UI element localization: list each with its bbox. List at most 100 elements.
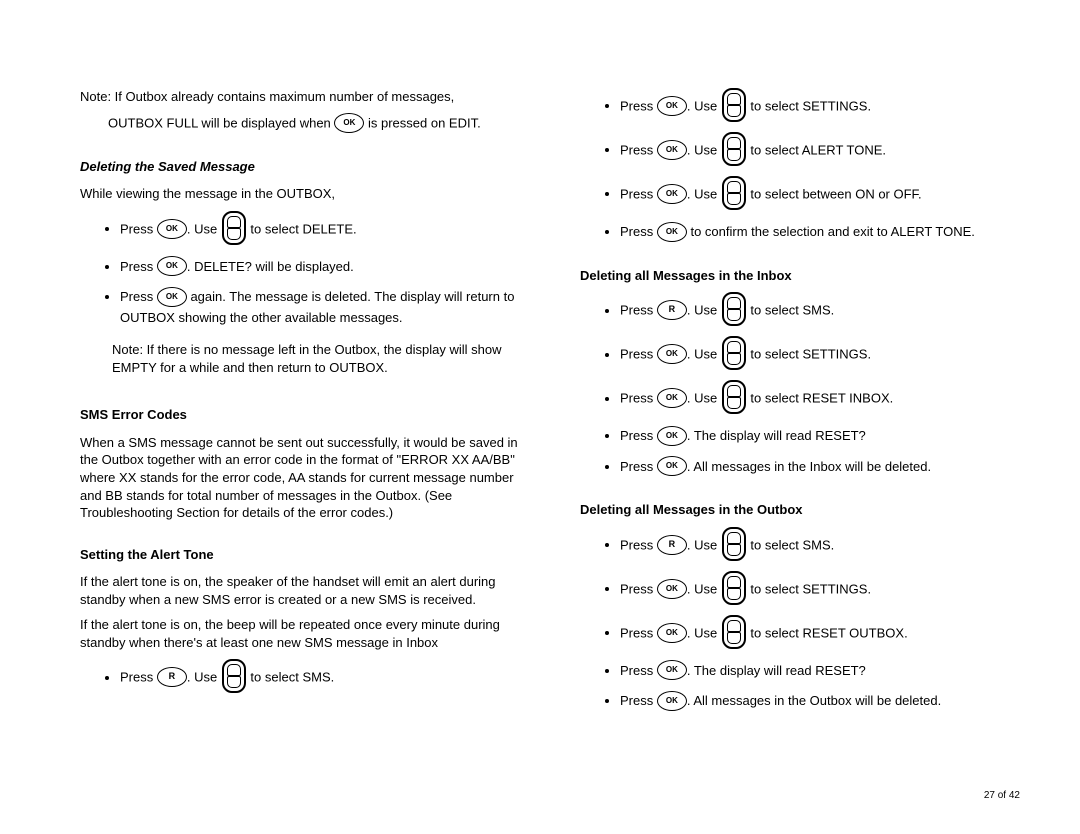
- ok-button-icon: OK: [657, 456, 687, 476]
- text: Press: [620, 347, 657, 362]
- ok-button-icon: OK: [657, 426, 687, 446]
- text: Press: [620, 98, 657, 113]
- heading-sms-error: SMS Error Codes: [80, 406, 530, 424]
- text: . Use: [687, 537, 721, 552]
- text: . The display will read RESET?: [687, 428, 866, 443]
- list-item: Press OK to confirm the selection and ex…: [620, 222, 1030, 243]
- text: Press: [120, 670, 157, 685]
- text: is pressed on EDIT.: [364, 115, 480, 130]
- text: Press: [620, 693, 657, 708]
- text: . The display will read RESET?: [687, 663, 866, 678]
- list-item: Press OK. Use to select ALERT TONE.: [620, 134, 1030, 168]
- text: . Use: [687, 347, 721, 362]
- text: . Use: [687, 391, 721, 406]
- text: Press: [120, 259, 157, 274]
- nav-button-icon: [722, 571, 746, 605]
- list-item: Press OK. All messages in the Inbox will…: [620, 457, 1030, 478]
- ok-button-icon: OK: [657, 691, 687, 711]
- list: Press OK. Use to select DELETE. Press OK…: [80, 213, 530, 328]
- left-column: Note: If Outbox already contains maximum…: [80, 80, 530, 722]
- page-content: Note: If Outbox already contains maximum…: [0, 0, 1080, 752]
- text: Press: [620, 581, 657, 596]
- list: Press R. Use to select SMS. Press OK. Us…: [580, 294, 1030, 477]
- text: to confirm the selection and exit to ALE…: [687, 224, 975, 239]
- list-item: Press OK. All messages in the Outbox wil…: [620, 691, 1030, 712]
- list-item: Press OK. Use to select RESET INBOX.: [620, 382, 1030, 416]
- list-item: Press R. Use to select SMS.: [620, 294, 1030, 328]
- list-item: Press OK. Use to select SETTINGS.: [620, 90, 1030, 124]
- nav-button-icon: [722, 292, 746, 326]
- list-item: Press OK again. The message is deleted. …: [120, 287, 530, 327]
- text: OUTBOX FULL will be displayed when: [108, 115, 334, 130]
- list: Press OK. Use to select SETTINGS. Press …: [580, 90, 1030, 243]
- list-item: Press OK. Use to select DELETE.: [120, 213, 530, 247]
- list-item: Press OK. DELETE? will be displayed.: [120, 257, 530, 278]
- ok-button-icon: OK: [334, 113, 364, 133]
- nav-button-icon: [722, 380, 746, 414]
- ok-button-icon: OK: [157, 256, 187, 276]
- text: Note: If Outbox already contains maximum…: [80, 89, 454, 104]
- list-item: Press OK. Use to select RESET OUTBOX.: [620, 617, 1030, 651]
- text: to select SMS.: [747, 303, 834, 318]
- ok-button-icon: OK: [657, 222, 687, 242]
- text: to select RESET INBOX.: [747, 391, 893, 406]
- nav-button-icon: [222, 659, 246, 693]
- nav-button-icon: [722, 615, 746, 649]
- ok-button-icon: OK: [657, 623, 687, 643]
- right-column: Press OK. Use to select SETTINGS. Press …: [580, 80, 1030, 722]
- list-item: Press R. Use to select SMS.: [620, 529, 1030, 563]
- nav-button-icon: [722, 527, 746, 561]
- text: . DELETE? will be displayed.: [187, 259, 354, 274]
- note-outbox-full-2: OUTBOX FULL will be displayed when OK is…: [80, 114, 530, 134]
- text: to select SETTINGS.: [747, 581, 871, 596]
- text: Press: [120, 221, 157, 236]
- heading-deleting-saved: Deleting the Saved Message: [80, 158, 530, 176]
- text: to select RESET OUTBOX.: [747, 625, 908, 640]
- text: Note: If there is no message left in the…: [84, 342, 501, 375]
- r-button-icon: R: [657, 300, 687, 320]
- r-button-icon: R: [657, 535, 687, 555]
- text: . Use: [687, 581, 721, 596]
- text: While viewing the message in the OUTBOX,: [80, 185, 530, 203]
- text: Press: [620, 391, 657, 406]
- text: to select SMS.: [747, 537, 834, 552]
- text: to select DELETE.: [247, 221, 357, 236]
- ok-button-icon: OK: [657, 184, 687, 204]
- list-item: Press OK. Use to select SETTINGS.: [620, 573, 1030, 607]
- list-item: Press R. Use to select SMS.: [120, 661, 530, 695]
- nav-button-icon: [722, 336, 746, 370]
- text: to select SETTINGS.: [747, 98, 871, 113]
- text: to select ALERT TONE.: [747, 142, 886, 157]
- page-number: 27 of 42: [984, 790, 1020, 801]
- text: If the alert tone is on, the beep will b…: [80, 616, 530, 651]
- ok-button-icon: OK: [657, 344, 687, 364]
- text: Press: [620, 142, 657, 157]
- note-outbox-full: Note: If Outbox already contains maximum…: [80, 88, 530, 106]
- text: to select SMS.: [247, 670, 334, 685]
- text: . All messages in the Outbox will be del…: [687, 693, 941, 708]
- heading-delete-outbox: Deleting all Messages in the Outbox: [580, 501, 1030, 519]
- list-item: Press OK. Use to select between ON or OF…: [620, 178, 1030, 212]
- heading-alert-tone: Setting the Alert Tone: [80, 546, 530, 564]
- text: Press: [620, 537, 657, 552]
- text: . Use: [187, 670, 221, 685]
- ok-button-icon: OK: [657, 388, 687, 408]
- r-button-icon: R: [157, 667, 187, 687]
- ok-button-icon: OK: [657, 660, 687, 680]
- text: Press: [620, 186, 657, 201]
- text: Press: [120, 289, 157, 304]
- nav-button-icon: [222, 211, 246, 245]
- list-item: Press OK. The display will read RESET?: [620, 426, 1030, 447]
- nav-button-icon: [722, 132, 746, 166]
- text: to select between ON or OFF.: [747, 186, 922, 201]
- ok-button-icon: OK: [157, 287, 187, 307]
- list-item: Press OK. Use to select SETTINGS.: [620, 338, 1030, 372]
- text: Press: [620, 663, 657, 678]
- heading-delete-inbox: Deleting all Messages in the Inbox: [580, 267, 1030, 285]
- text: Press: [620, 625, 657, 640]
- nav-button-icon: [722, 176, 746, 210]
- text: . Use: [687, 186, 721, 201]
- text: . Use: [687, 625, 721, 640]
- text: Press: [620, 224, 657, 239]
- list-item: Press OK. The display will read RESET?: [620, 661, 1030, 682]
